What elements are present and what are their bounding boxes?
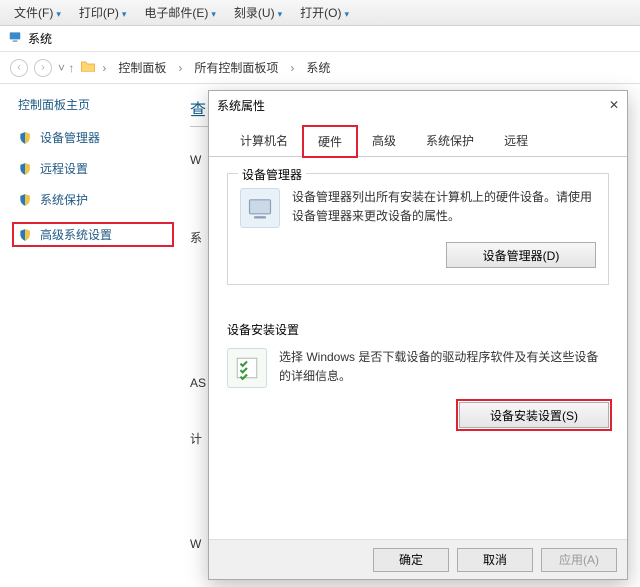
device-manager-button[interactable]: 设备管理器(D) [446, 242, 596, 268]
breadcrumb-leaf[interactable]: 系统 [300, 57, 336, 78]
group-desc: 选择 Windows 是否下载设备的驱动程序软件及有关这些设备的详细信息。 [279, 348, 609, 386]
folder-icon [80, 59, 96, 76]
sidebar-item-protection[interactable]: 系统保护 [18, 191, 174, 208]
breadcrumb-sep: › [178, 61, 182, 75]
shield-icon [18, 131, 32, 145]
window-title-bar: 系统 [0, 26, 640, 52]
menu-file[interactable]: 文件(F)▾ [6, 1, 69, 24]
window-title: 系统 [28, 30, 52, 47]
system-icon [8, 30, 22, 47]
sidebar-item-label: 设备管理器 [40, 129, 100, 146]
sidebar-item-label: 远程设置 [40, 160, 88, 177]
breadcrumb-sep: › [102, 61, 106, 75]
group-desc: 设备管理器列出所有安装在计算机上的硬件设备。请使用设备管理器来更改设备的属性。 [292, 188, 596, 226]
system-properties-dialog: 系统属性 ✕ 计算机名 硬件 高级 系统保护 远程 设备管理器 设备管理器列出所… [208, 90, 628, 580]
ok-button[interactable]: 确定 [373, 548, 449, 572]
tab-body: 设备管理器 设备管理器列出所有安装在计算机上的硬件设备。请使用设备管理器来更改设… [209, 157, 627, 482]
menu-bar: 文件(F)▾ 打印(P)▾ 电子邮件(E)▾ 刻录(U)▾ 打开(O)▾ [0, 0, 640, 26]
shield-icon [18, 228, 32, 242]
breadcrumb-root[interactable]: 控制面板 [112, 57, 172, 78]
sidebar-item-label: 高级系统设置 [40, 226, 112, 243]
nav-up-arrow[interactable]: ˅ ↑ [58, 61, 74, 75]
nav-row: ‹ › ˅ ↑ › 控制面板 › 所有控制面板项 › 系统 [0, 52, 640, 84]
tab-system-protection[interactable]: 系统保护 [411, 125, 489, 156]
sidebar-item-device-manager[interactable]: 设备管理器 [18, 129, 174, 146]
nav-back-button[interactable]: ‹ [10, 59, 28, 77]
breadcrumb-sep: › [290, 61, 294, 75]
tab-hardware[interactable]: 硬件 [303, 126, 357, 157]
apply-button[interactable]: 应用(A) [541, 548, 617, 572]
dialog-title: 系统属性 [217, 97, 265, 114]
sidebar-item-advanced[interactable]: 高级系统设置 [12, 222, 174, 247]
nav-forward-button[interactable]: › [34, 59, 52, 77]
group-device-install: 设备安装设置 选择 Windows 是否下载设备的驱动程序软件及有关这些设备的详… [227, 307, 609, 444]
cancel-button[interactable]: 取消 [457, 548, 533, 572]
sidebar-home[interactable]: 控制面板主页 [18, 96, 174, 113]
device-install-icon [227, 348, 267, 388]
group-title: 设备管理器 [238, 166, 306, 183]
breadcrumb-mid[interactable]: 所有控制面板项 [188, 57, 284, 78]
device-manager-icon [240, 188, 280, 228]
dialog-tabs: 计算机名 硬件 高级 系统保护 远程 [209, 119, 627, 157]
dialog-titlebar: 系统属性 ✕ [209, 91, 627, 119]
menu-burn[interactable]: 刻录(U)▾ [226, 1, 290, 24]
shield-icon [18, 162, 32, 176]
tab-advanced[interactable]: 高级 [357, 125, 411, 156]
device-install-settings-button[interactable]: 设备安装设置(S) [459, 402, 609, 428]
sidebar: 控制面板主页 设备管理器 远程设置 系统保护 高级系统设置 [0, 84, 180, 261]
menu-open[interactable]: 打开(O)▾ [292, 1, 357, 24]
menu-email[interactable]: 电子邮件(E)▾ [136, 1, 224, 24]
shield-icon [18, 193, 32, 207]
sidebar-item-label: 系统保护 [40, 191, 88, 208]
group-device-manager: 设备管理器 设备管理器列出所有安装在计算机上的硬件设备。请使用设备管理器来更改设… [227, 173, 609, 285]
menu-print[interactable]: 打印(P)▾ [71, 1, 135, 24]
dialog-footer: 确定 取消 应用(A) [209, 539, 627, 579]
close-icon[interactable]: ✕ [609, 98, 619, 112]
tab-remote[interactable]: 远程 [489, 125, 543, 156]
sidebar-item-remote[interactable]: 远程设置 [18, 160, 174, 177]
tab-computer-name[interactable]: 计算机名 [225, 125, 303, 156]
group-title: 设备安装设置 [227, 321, 609, 338]
